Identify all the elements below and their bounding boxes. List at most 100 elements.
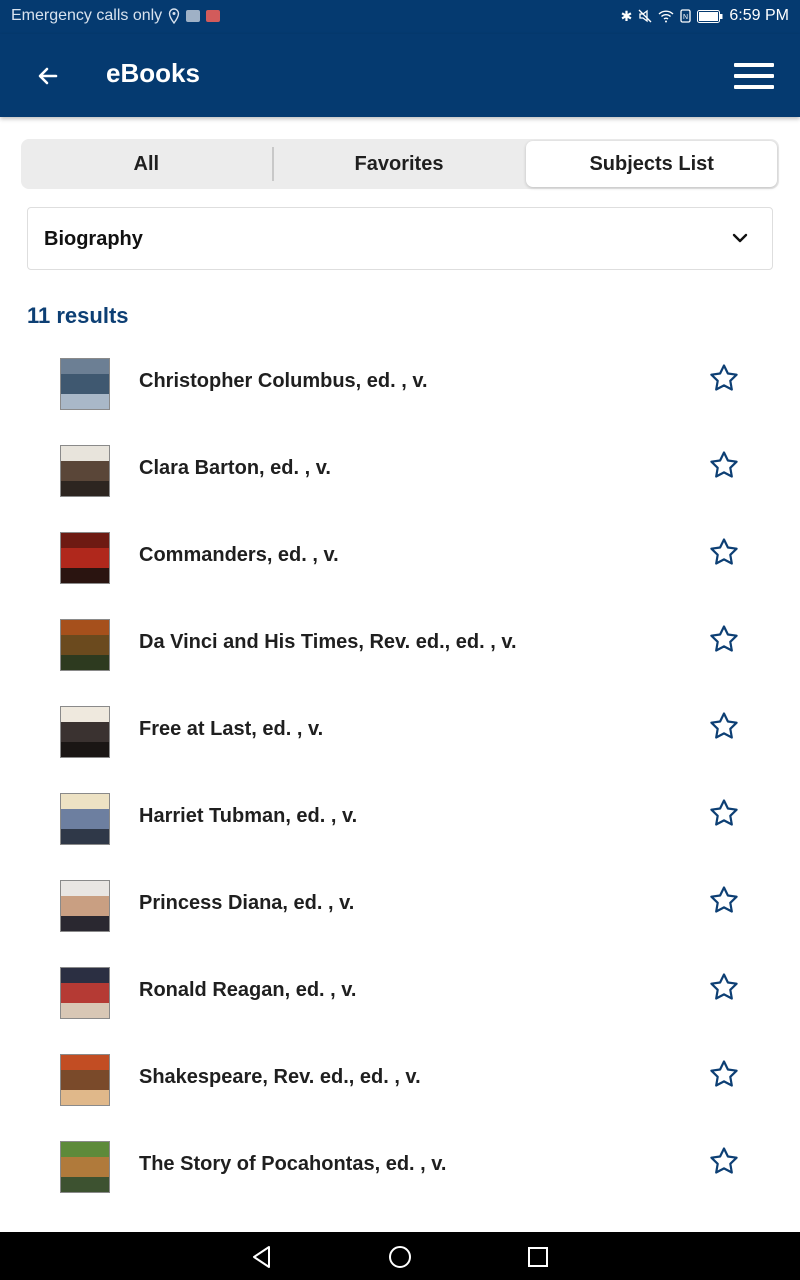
favorite-star-icon[interactable] xyxy=(707,623,741,657)
book-title[interactable]: Free at Last, ed. , v. xyxy=(139,718,323,741)
cover-band xyxy=(61,568,109,583)
book-cover-thumbnail xyxy=(60,532,110,584)
chevron-down-icon xyxy=(732,233,748,243)
book-title[interactable]: Harriet Tubman, ed. , v. xyxy=(139,805,357,828)
location-icon xyxy=(168,8,180,24)
recents-square-icon[interactable] xyxy=(525,1244,551,1270)
wifi-icon xyxy=(658,10,674,23)
favorite-star-icon[interactable] xyxy=(707,884,741,918)
list-item[interactable]: Harriet Tubman, ed. , v. xyxy=(0,775,800,862)
list-item[interactable]: Princess Diana, ed. , v. xyxy=(0,862,800,949)
cover-band xyxy=(61,1177,109,1192)
results-count: 11 results xyxy=(27,303,129,328)
cover-band xyxy=(61,983,109,1003)
app-bar: eBooks xyxy=(0,34,800,117)
cover-band xyxy=(61,1003,109,1018)
status-right: ✱ N 6:59 PM xyxy=(621,7,789,25)
cover-band xyxy=(61,1142,109,1157)
cover-band xyxy=(61,809,109,829)
list-item[interactable]: Christopher Columbus, ed. , v. xyxy=(0,340,800,427)
list-item[interactable]: Ronald Reagan, ed. , v. xyxy=(0,949,800,1036)
mute-icon xyxy=(638,9,652,23)
tab-all[interactable]: All xyxy=(21,139,272,189)
book-cover-thumbnail xyxy=(60,1054,110,1106)
carrier-text: Emergency calls only xyxy=(11,7,163,24)
book-cover-thumbnail xyxy=(60,967,110,1019)
cover-band xyxy=(61,374,109,394)
clock: 6:59 PM xyxy=(729,7,789,24)
status-bar: Emergency calls only ✱ N 6:59 PM xyxy=(0,0,800,34)
cover-band xyxy=(61,533,109,548)
book-title[interactable]: Clara Barton, ed. , v. xyxy=(139,457,331,480)
book-title[interactable]: Princess Diana, ed. , v. xyxy=(139,892,354,915)
book-cover-thumbnail xyxy=(60,445,110,497)
list-item[interactable]: Shakespeare, Rev. ed., ed. , v. xyxy=(0,1036,800,1123)
system-nav-bar xyxy=(0,1232,800,1280)
book-title[interactable]: Da Vinci and His Times, Rev. ed., ed. , … xyxy=(139,631,517,654)
book-title[interactable]: Commanders, ed. , v. xyxy=(139,544,339,567)
list-item[interactable]: Da Vinci and His Times, Rev. ed., ed. , … xyxy=(0,601,800,688)
cover-band xyxy=(61,394,109,409)
status-left: Emergency calls only xyxy=(11,7,221,25)
cover-band xyxy=(61,1055,109,1070)
favorite-star-icon[interactable] xyxy=(707,362,741,396)
favorite-star-icon[interactable] xyxy=(707,710,741,744)
arrow-left-icon xyxy=(38,67,58,85)
cover-band xyxy=(61,548,109,568)
cover-band xyxy=(61,461,109,481)
subject-dropdown-value: Biography xyxy=(44,228,143,250)
book-cover-thumbnail xyxy=(60,793,110,845)
favorite-star-icon[interactable] xyxy=(707,449,741,483)
hamburger-menu-icon-line xyxy=(734,63,774,67)
book-title[interactable]: Shakespeare, Rev. ed., ed. , v. xyxy=(139,1066,421,1089)
book-title[interactable]: The Story of Pocahontas, ed. , v. xyxy=(139,1153,446,1176)
favorite-star-icon[interactable] xyxy=(707,797,741,831)
cover-band xyxy=(61,916,109,931)
cover-band xyxy=(61,1157,109,1177)
home-circle-icon[interactable] xyxy=(387,1244,413,1270)
hamburger-menu-icon-line xyxy=(734,74,774,78)
battery-icon xyxy=(697,9,723,23)
book-title[interactable]: Christopher Columbus, ed. , v. xyxy=(139,370,428,393)
cover-band xyxy=(61,707,109,722)
cover-band xyxy=(61,481,109,496)
list-item[interactable]: Clara Barton, ed. , v. xyxy=(0,427,800,514)
book-title[interactable]: Ronald Reagan, ed. , v. xyxy=(139,979,356,1002)
page-title: eBooks xyxy=(106,58,200,88)
favorite-star-icon[interactable] xyxy=(707,971,741,1005)
back-triangle-icon[interactable] xyxy=(249,1244,275,1270)
cover-band xyxy=(61,722,109,742)
cover-band xyxy=(61,359,109,374)
cover-band xyxy=(61,635,109,655)
list-item[interactable]: Free at Last, ed. , v. xyxy=(0,688,800,775)
favorite-star-icon[interactable] xyxy=(707,1145,741,1179)
image-notification-icon xyxy=(186,10,201,22)
book-cover-thumbnail xyxy=(60,880,110,932)
cover-band xyxy=(61,1090,109,1105)
nfc-icon: N xyxy=(680,9,692,23)
cover-band xyxy=(61,655,109,670)
menu-button[interactable] xyxy=(734,56,774,96)
book-cover-thumbnail xyxy=(60,706,110,758)
cover-band xyxy=(61,1070,109,1090)
tab-favorites[interactable]: Favorites xyxy=(274,139,525,189)
list-item[interactable]: Commanders, ed. , v. xyxy=(0,514,800,601)
bluetooth-icon: ✱ xyxy=(620,7,633,24)
cover-band xyxy=(61,446,109,461)
tab-subjects-list[interactable]: Subjects List xyxy=(526,141,778,187)
book-cover-thumbnail xyxy=(60,1141,110,1193)
cover-band xyxy=(61,968,109,983)
ebook-list: Christopher Columbus, ed. , v. Clara Bart… xyxy=(0,340,800,1210)
cover-band xyxy=(61,896,109,916)
back-button[interactable] xyxy=(28,56,68,96)
subject-dropdown[interactable]: Biography xyxy=(27,207,773,270)
favorite-star-icon[interactable] xyxy=(707,1058,741,1092)
list-item[interactable]: The Story of Pocahontas, ed. , v. xyxy=(0,1123,800,1210)
svg-text:N: N xyxy=(683,14,688,21)
book-cover-thumbnail xyxy=(60,358,110,410)
favorite-star-icon[interactable] xyxy=(707,536,741,570)
cover-band xyxy=(61,829,109,844)
cover-band xyxy=(61,794,109,809)
cover-band xyxy=(61,881,109,896)
book-cover-thumbnail xyxy=(60,619,110,671)
